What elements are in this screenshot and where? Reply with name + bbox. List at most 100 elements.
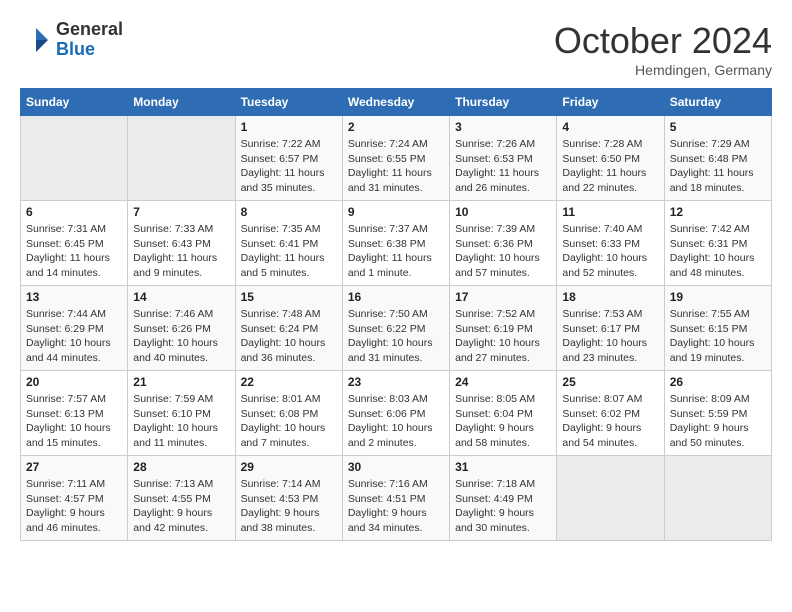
day-number: 17: [455, 290, 551, 304]
calendar-week-row: 20 Sunrise: 7:57 AMSunset: 6:13 PMDayligh…: [21, 371, 772, 456]
calendar-cell: 15 Sunrise: 7:48 AMSunset: 6:24 PMDayligh…: [235, 286, 342, 371]
day-info: Sunrise: 7:42 AMSunset: 6:31 PMDaylight:…: [670, 222, 766, 281]
day-number: 10: [455, 205, 551, 219]
calendar-cell: 30 Sunrise: 7:16 AMSunset: 4:51 PMDayligh…: [342, 456, 449, 541]
day-number: 13: [26, 290, 122, 304]
day-info: Sunrise: 7:14 AMSunset: 4:53 PMDaylight:…: [241, 477, 337, 536]
day-number: 5: [670, 120, 766, 134]
day-info: Sunrise: 7:28 AMSunset: 6:50 PMDaylight:…: [562, 137, 658, 196]
title-block: October 2024 Hemdingen, Germany: [554, 20, 772, 78]
calendar-cell: 10 Sunrise: 7:39 AMSunset: 6:36 PMDayligh…: [450, 201, 557, 286]
weekday-header: Wednesday: [342, 89, 449, 116]
day-info: Sunrise: 7:11 AMSunset: 4:57 PMDaylight:…: [26, 477, 122, 536]
day-number: 4: [562, 120, 658, 134]
calendar-cell: 8Sunrise: 7:35 AMSunset: 6:41 PMDaylight…: [235, 201, 342, 286]
day-info: Sunrise: 7:55 AMSunset: 6:15 PMDaylight:…: [670, 307, 766, 366]
calendar-cell: [128, 116, 235, 201]
calendar-cell: [664, 456, 771, 541]
day-number: 15: [241, 290, 337, 304]
calendar-cell: 19 Sunrise: 7:55 AMSunset: 6:15 PMDayligh…: [664, 286, 771, 371]
day-info: Sunrise: 7:40 AMSunset: 6:33 PMDaylight:…: [562, 222, 658, 281]
weekday-header: Sunday: [21, 89, 128, 116]
day-number: 2: [348, 120, 444, 134]
day-info: Sunrise: 7:57 AMSunset: 6:13 PMDaylight:…: [26, 392, 122, 451]
day-info: Sunrise: 8:03 AMSunset: 6:06 PMDaylight:…: [348, 392, 444, 451]
day-number: 6: [26, 205, 122, 219]
day-number: 19: [670, 290, 766, 304]
calendar-cell: 21 Sunrise: 7:59 AMSunset: 6:10 PMDayligh…: [128, 371, 235, 456]
day-number: 20: [26, 375, 122, 389]
calendar-week-row: 1 Sunrise: 7:22 AMSunset: 6:57 PMDaylight…: [21, 116, 772, 201]
calendar-cell: 28 Sunrise: 7:13 AMSunset: 4:55 PMDayligh…: [128, 456, 235, 541]
day-number: 26: [670, 375, 766, 389]
calendar-cell: 7 Sunrise: 7:33 AMSunset: 6:43 PMDaylight…: [128, 201, 235, 286]
calendar-cell: 12 Sunrise: 7:42 AMSunset: 6:31 PMDayligh…: [664, 201, 771, 286]
calendar-cell: 9 Sunrise: 7:37 AMSunset: 6:38 PMDaylight…: [342, 201, 449, 286]
calendar-cell: 29 Sunrise: 7:14 AMSunset: 4:53 PMDayligh…: [235, 456, 342, 541]
day-number: 1: [241, 120, 337, 134]
weekday-header: Friday: [557, 89, 664, 116]
calendar-cell: 20 Sunrise: 7:57 AMSunset: 6:13 PMDayligh…: [21, 371, 128, 456]
logo-icon: [20, 24, 52, 56]
day-info: Sunrise: 7:44 AMSunset: 6:29 PMDaylight:…: [26, 307, 122, 366]
calendar-cell: 17 Sunrise: 7:52 AMSunset: 6:19 PMDayligh…: [450, 286, 557, 371]
day-info: Sunrise: 7:59 AMSunset: 6:10 PMDaylight:…: [133, 392, 229, 451]
calendar-cell: 18Sunrise: 7:53 AMSunset: 6:17 PMDayligh…: [557, 286, 664, 371]
calendar-cell: 14Sunrise: 7:46 AMSunset: 6:26 PMDayligh…: [128, 286, 235, 371]
day-number: 29: [241, 460, 337, 474]
day-info: Sunrise: 7:22 AMSunset: 6:57 PMDaylight:…: [241, 137, 337, 196]
calendar-cell: 23 Sunrise: 8:03 AMSunset: 6:06 PMDayligh…: [342, 371, 449, 456]
calendar-cell: 25Sunrise: 8:07 AMSunset: 6:02 PMDayligh…: [557, 371, 664, 456]
calendar-cell: 26 Sunrise: 8:09 AMSunset: 5:59 PMDayligh…: [664, 371, 771, 456]
day-info: Sunrise: 7:37 AMSunset: 6:38 PMDaylight:…: [348, 222, 444, 281]
calendar-cell: 31Sunrise: 7:18 AMSunset: 4:49 PMDayligh…: [450, 456, 557, 541]
logo-text: General Blue: [56, 20, 123, 60]
day-info: Sunrise: 7:13 AMSunset: 4:55 PMDaylight:…: [133, 477, 229, 536]
day-number: 9: [348, 205, 444, 219]
calendar-cell: 13 Sunrise: 7:44 AMSunset: 6:29 PMDayligh…: [21, 286, 128, 371]
weekday-header: Saturday: [664, 89, 771, 116]
day-number: 30: [348, 460, 444, 474]
day-number: 16: [348, 290, 444, 304]
day-number: 3: [455, 120, 551, 134]
day-number: 7: [133, 205, 229, 219]
calendar-cell: [557, 456, 664, 541]
weekday-header: Thursday: [450, 89, 557, 116]
day-number: 22: [241, 375, 337, 389]
day-info: Sunrise: 7:33 AMSunset: 6:43 PMDaylight:…: [133, 222, 229, 281]
day-number: 8: [241, 205, 337, 219]
day-info: Sunrise: 7:52 AMSunset: 6:19 PMDaylight:…: [455, 307, 551, 366]
calendar-cell: 3Sunrise: 7:26 AMSunset: 6:53 PMDaylight…: [450, 116, 557, 201]
day-number: 23: [348, 375, 444, 389]
calendar-cell: 22Sunrise: 8:01 AMSunset: 6:08 PMDayligh…: [235, 371, 342, 456]
logo: General Blue: [20, 20, 123, 60]
day-info: Sunrise: 7:29 AMSunset: 6:48 PMDaylight:…: [670, 137, 766, 196]
day-number: 12: [670, 205, 766, 219]
calendar-cell: 5 Sunrise: 7:29 AMSunset: 6:48 PMDaylight…: [664, 116, 771, 201]
calendar-week-row: 13 Sunrise: 7:44 AMSunset: 6:29 PMDayligh…: [21, 286, 772, 371]
calendar-cell: 27Sunrise: 7:11 AMSunset: 4:57 PMDayligh…: [21, 456, 128, 541]
day-number: 18: [562, 290, 658, 304]
day-info: Sunrise: 7:16 AMSunset: 4:51 PMDaylight:…: [348, 477, 444, 536]
day-number: 28: [133, 460, 229, 474]
calendar-week-row: 27Sunrise: 7:11 AMSunset: 4:57 PMDayligh…: [21, 456, 772, 541]
day-number: 14: [133, 290, 229, 304]
calendar-week-row: 6Sunrise: 7:31 AMSunset: 6:45 PMDaylight…: [21, 201, 772, 286]
day-info: Sunrise: 8:05 AMSunset: 6:04 PMDaylight:…: [455, 392, 551, 451]
day-number: 11: [562, 205, 658, 219]
day-number: 21: [133, 375, 229, 389]
calendar-table: SundayMondayTuesdayWednesdayThursdayFrid…: [20, 88, 772, 541]
calendar-cell: 11 Sunrise: 7:40 AMSunset: 6:33 PMDayligh…: [557, 201, 664, 286]
day-info: Sunrise: 7:39 AMSunset: 6:36 PMDaylight:…: [455, 222, 551, 281]
calendar-cell: [21, 116, 128, 201]
calendar-cell: 16Sunrise: 7:50 AMSunset: 6:22 PMDayligh…: [342, 286, 449, 371]
day-number: 31: [455, 460, 551, 474]
calendar-cell: 6Sunrise: 7:31 AMSunset: 6:45 PMDaylight…: [21, 201, 128, 286]
day-number: 24: [455, 375, 551, 389]
day-info: Sunrise: 8:07 AMSunset: 6:02 PMDaylight:…: [562, 392, 658, 451]
day-info: Sunrise: 8:09 AMSunset: 5:59 PMDaylight:…: [670, 392, 766, 451]
day-info: Sunrise: 7:48 AMSunset: 6:24 PMDaylight:…: [241, 307, 337, 366]
calendar-cell: 1 Sunrise: 7:22 AMSunset: 6:57 PMDaylight…: [235, 116, 342, 201]
calendar-cell: 2Sunrise: 7:24 AMSunset: 6:55 PMDaylight…: [342, 116, 449, 201]
weekday-header: Monday: [128, 89, 235, 116]
